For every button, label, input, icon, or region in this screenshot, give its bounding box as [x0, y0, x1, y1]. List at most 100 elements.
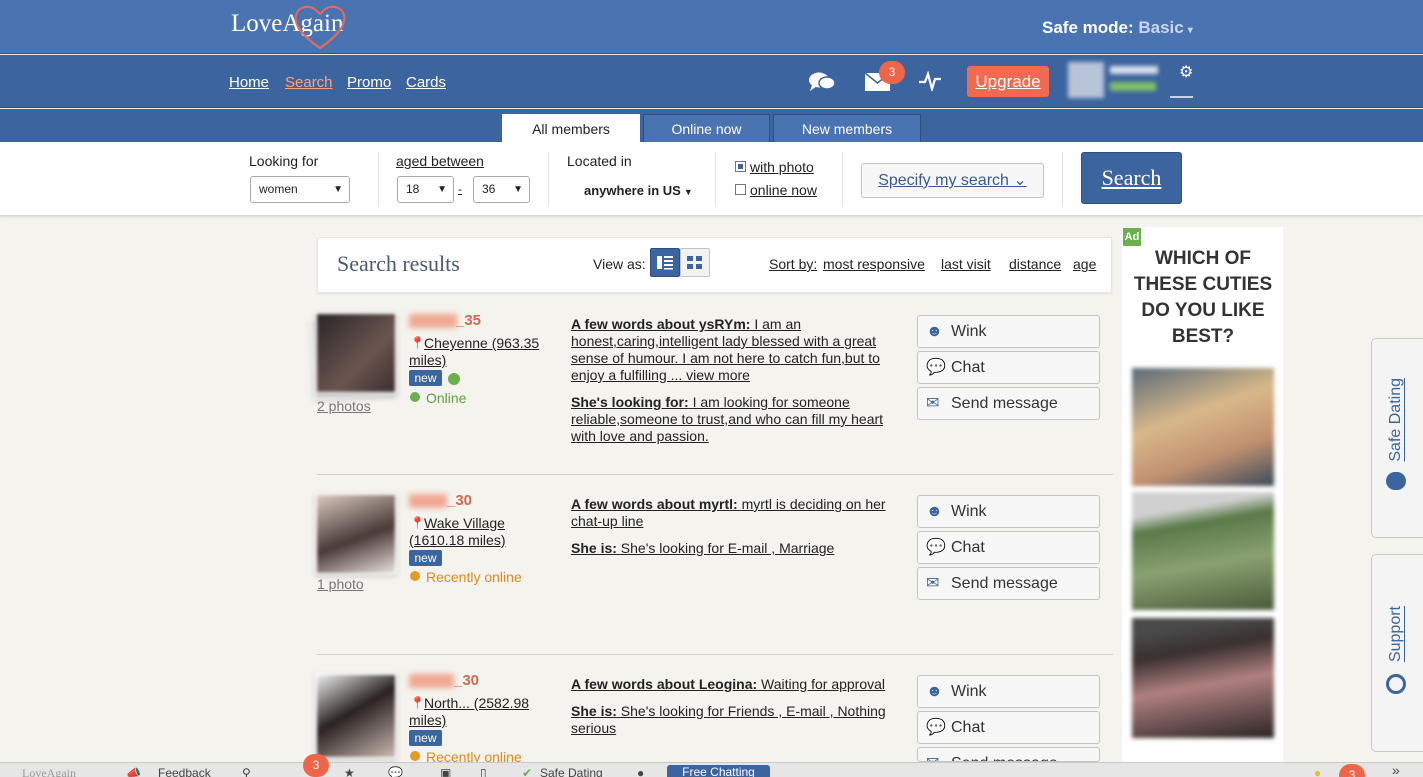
with-photo-checkbox[interactable]: [735, 161, 746, 172]
gear-icon[interactable]: ⚙: [1179, 62, 1193, 82]
free-chatting-button[interactable]: Free Chatting: [667, 765, 770, 777]
safe-dating-label[interactable]: Safe Dating: [1387, 378, 1405, 462]
mobile-icon[interactable]: ▯: [480, 766, 487, 777]
profile-name-blurred[interactable]: [409, 674, 454, 688]
she-is-text[interactable]: She is: She's looking for E-mail , Marri…: [571, 540, 903, 557]
profile-location[interactable]: Cheyenne (963.35 miles): [409, 335, 557, 369]
check-icon: ✔: [522, 766, 533, 777]
chat-icon: 💬: [926, 359, 946, 376]
about-text[interactable]: A few words about myrtl: myrtl is decidi…: [571, 496, 903, 530]
chevron-down-icon: ▾: [1187, 25, 1193, 36]
looking-for-select[interactable]: women ▼: [250, 176, 350, 203]
support-chat-icon: [1386, 674, 1406, 694]
tab-new-members[interactable]: New members: [773, 114, 921, 142]
profile-name-blurred[interactable]: [409, 494, 447, 508]
wink-label: Wink: [951, 503, 987, 520]
age-to-select[interactable]: 36 ▼: [473, 176, 530, 203]
main-nav: [0, 55, 1423, 108]
nav-cards[interactable]: Cards: [406, 74, 446, 91]
user-name-blurred[interactable]: [1110, 66, 1158, 74]
she-is-text[interactable]: She is: She's looking for Friends , E-ma…: [571, 703, 903, 737]
safe-mode-label: Safe mode:: [1042, 18, 1134, 37]
sort-distance[interactable]: distance: [1009, 256, 1061, 272]
age-from-select[interactable]: 18 ▼: [397, 176, 454, 203]
gift-icon[interactable]: ▣: [440, 766, 451, 777]
about-label: A few words about Leogina:: [571, 676, 758, 692]
profile-name-blurred[interactable]: [409, 314, 457, 328]
nav-home[interactable]: Home: [229, 74, 269, 91]
ad-title[interactable]: WHICH OF THESE CUTIES DO YOU LIKE BEST?: [1124, 246, 1282, 350]
aged-between-label[interactable]: aged between: [396, 153, 484, 169]
send-message-button[interactable]: ✉ Send message: [917, 567, 1100, 600]
location-selector[interactable]: anywhere in US ▼: [584, 183, 693, 198]
wink-button[interactable]: ☻ Wink: [917, 675, 1100, 708]
wink-button[interactable]: ☻ Wink: [917, 495, 1100, 528]
bottom-logo[interactable]: LoveAgain: [22, 766, 76, 777]
online-now-checkbox[interactable]: [735, 184, 746, 195]
profile-photo[interactable]: [315, 493, 397, 575]
profile-location[interactable]: Wake Village (1610.18 miles): [409, 515, 557, 549]
lightbulb-icon[interactable]: ●: [1314, 766, 1321, 777]
heart-logo-icon: [294, 5, 346, 50]
chat-label: Chat: [951, 539, 985, 556]
sort-most-responsive[interactable]: most responsive: [823, 256, 925, 272]
tab-online-now[interactable]: Online now: [643, 114, 770, 142]
user-icon[interactable]: ●: [637, 766, 644, 777]
chat-bubbles-icon[interactable]: [807, 70, 837, 94]
chat-button[interactable]: 💬 Chat: [917, 531, 1100, 564]
feedback-link[interactable]: Feedback: [158, 766, 211, 777]
sort-last-visit[interactable]: last visit: [941, 256, 991, 272]
ad-image[interactable]: [1132, 492, 1274, 610]
search-icon[interactable]: ⚲: [242, 766, 251, 777]
about-text[interactable]: A few words about Leogina: Waiting for a…: [571, 676, 903, 693]
photos-count-link[interactable]: 1 photo: [317, 576, 364, 592]
nav-promo[interactable]: Promo: [347, 74, 391, 91]
specify-search-button[interactable]: Specify my search ⌄: [861, 163, 1044, 198]
profile-status: Online: [426, 390, 467, 406]
profile-photo[interactable]: [315, 312, 397, 394]
new-badge: new: [409, 550, 442, 566]
profile-age[interactable]: _35: [456, 312, 481, 329]
verified-shield-icon: [448, 373, 460, 385]
ad-image[interactable]: [1132, 618, 1274, 738]
safe-dating-link[interactable]: Safe Dating: [540, 766, 603, 777]
with-photo-label[interactable]: with photo: [750, 159, 814, 175]
profile-location[interactable]: North... (2582.98 miles): [409, 695, 557, 729]
nav-search[interactable]: Search: [285, 74, 333, 91]
about-text[interactable]: A few words about ysRYm: I am an honest,…: [571, 316, 903, 384]
profile-age[interactable]: _30: [447, 492, 472, 509]
sort-age[interactable]: age: [1073, 256, 1096, 272]
new-badge: new: [409, 370, 442, 386]
expand-toolbar-button[interactable]: »: [1392, 762, 1400, 777]
dropdown-arrow-icon: ▼: [437, 184, 447, 195]
support-label[interactable]: Support: [1387, 606, 1405, 662]
results-title: Search results: [337, 251, 460, 276]
wink-button[interactable]: ☻ Wink: [917, 315, 1100, 348]
sort-by-label: Sort by:: [769, 256, 818, 272]
profile-age[interactable]: _30: [454, 672, 479, 689]
tab-all-members[interactable]: All members: [502, 114, 640, 142]
online-now-label[interactable]: online now: [750, 182, 817, 198]
list-view-button[interactable]: [650, 248, 680, 277]
grid-view-button[interactable]: [680, 248, 710, 277]
profile-status: Recently online: [426, 569, 522, 585]
chat-bubbles-icon[interactable]: 💬: [388, 766, 403, 777]
upgrade-button[interactable]: Upgrade: [967, 66, 1049, 97]
user-avatar[interactable]: [1068, 62, 1104, 98]
send-message-button[interactable]: ✉ Send message: [917, 387, 1100, 420]
send-message-button[interactable]: ✉ Send message: [917, 747, 1100, 762]
photos-count-link[interactable]: 2 photos: [317, 398, 371, 414]
located-in-label: Located in: [567, 153, 632, 169]
chat-button[interactable]: 💬 Chat: [917, 351, 1100, 384]
chat-label: Chat: [951, 359, 985, 376]
ad-image[interactable]: [1132, 368, 1274, 486]
chat-icon: 💬: [926, 719, 946, 736]
safe-mode-selector[interactable]: Safe mode: Basic ▾: [1042, 18, 1193, 38]
megaphone-icon: 📣: [126, 766, 141, 777]
chat-button[interactable]: 💬 Chat: [917, 711, 1100, 744]
star-icon[interactable]: ★: [344, 766, 355, 777]
looking-for-text[interactable]: She's looking for: I am looking for some…: [571, 394, 903, 445]
activity-icon[interactable]: [919, 71, 941, 91]
profile-photo[interactable]: [315, 673, 397, 759]
search-button[interactable]: Search: [1081, 152, 1182, 204]
